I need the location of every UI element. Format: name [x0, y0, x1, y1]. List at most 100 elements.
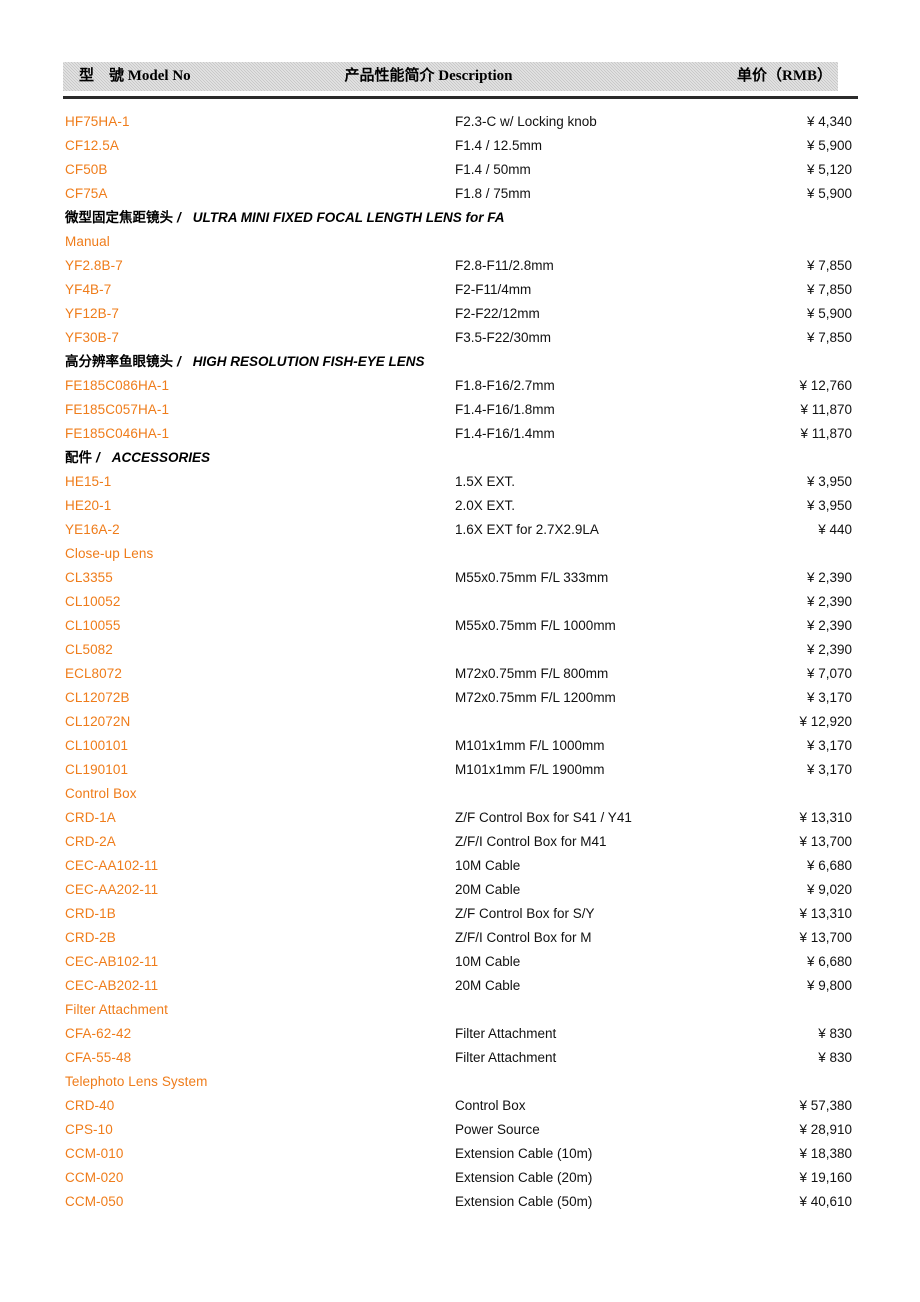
unit-price: ¥ 5,120	[806, 162, 852, 177]
table-row: CPS-10 Power Source ¥ 28,910	[0, 1118, 920, 1142]
unit-price: ¥ 5,900	[806, 186, 852, 201]
group-label-row: Filter Attachment	[0, 998, 920, 1022]
table-row: YF30B-7 F3.5-F22/30mm ¥ 7,850	[0, 326, 920, 350]
product-description: M101x1mm F/L 1900mm	[455, 762, 605, 777]
model-number: CEC-AB202-11	[65, 978, 159, 993]
model-number: CL100101	[65, 738, 129, 753]
section-title-cn: 配件	[65, 450, 92, 466]
column-header-model: 型 號 Model No	[79, 68, 191, 84]
unit-price: ¥ 13,700	[799, 834, 852, 849]
model-number: HF75HA-1	[65, 114, 130, 129]
product-description: Z/F/I Control Box for M41	[455, 834, 607, 849]
unit-price: ¥ 2,390	[806, 570, 852, 585]
model-number: CCM-010	[65, 1146, 124, 1161]
product-description: Extension Cable (10m)	[455, 1146, 593, 1161]
unit-price: ¥ 830	[818, 1026, 852, 1041]
model-number: CEC-AB102-11	[65, 954, 159, 969]
unit-price: ¥ 12,920	[799, 714, 852, 729]
product-description: 20M Cable	[455, 882, 521, 897]
product-description: F3.5-F22/30mm	[455, 330, 552, 345]
product-description: F2.3-C w/ Locking knob	[455, 114, 597, 129]
unit-price: ¥ 5,900	[806, 138, 852, 153]
product-description: 1.6X EXT for 2.7X2.9LA	[455, 522, 599, 537]
group-label-row: Close-up Lens	[0, 542, 920, 566]
table-row: FE185C086HA-1 F1.8-F16/2.7mm ¥ 12,760	[0, 374, 920, 398]
product-description: Extension Cable (20m)	[455, 1170, 593, 1185]
table-row: CL100101 M101x1mm F/L 1000mm ¥ 3,170	[0, 734, 920, 758]
group-label: Control Box	[65, 786, 137, 801]
unit-price: ¥ 3,950	[806, 474, 852, 489]
group-label: Telephoto Lens System	[65, 1074, 208, 1089]
model-number: CRD-1A	[65, 810, 116, 825]
table-row: HE15-1 1.5X EXT. ¥ 3,950	[0, 470, 920, 494]
unit-price: ¥ 7,850	[806, 330, 852, 345]
section-title: 配件 / ACCESSORIES	[65, 446, 210, 470]
table-row: CCM-010 Extension Cable (10m) ¥ 18,380	[0, 1142, 920, 1166]
group-label: Close-up Lens	[65, 546, 154, 561]
table-row: YF4B-7 F2-F11/4mm ¥ 7,850	[0, 278, 920, 302]
product-description: 10M Cable	[455, 858, 521, 873]
section-title-separator: /	[177, 210, 181, 225]
table-row: CRD-2B Z/F/I Control Box for M ¥ 13,700	[0, 926, 920, 950]
section-title-en: HIGH RESOLUTION FISH-EYE LENS	[192, 354, 425, 369]
unit-price: ¥ 440	[818, 522, 852, 537]
table-row: CL12072N ¥ 12,920	[0, 710, 920, 734]
table-row: CCM-020 Extension Cable (20m) ¥ 19,160	[0, 1166, 920, 1190]
section-title-separator: /	[177, 354, 181, 369]
model-number: CL190101	[65, 762, 129, 777]
model-number: YE16A-2	[65, 522, 120, 537]
table-row: CL5082 ¥ 2,390	[0, 638, 920, 662]
product-description: Power Source	[455, 1122, 540, 1137]
product-description: Extension Cable (50m)	[455, 1194, 593, 1209]
product-description: M55x0.75mm F/L 333mm	[455, 570, 609, 585]
unit-price: ¥ 28,910	[799, 1122, 852, 1137]
unit-price: ¥ 830	[818, 1050, 852, 1065]
unit-price: ¥ 4,340	[806, 114, 852, 129]
unit-price: ¥ 9,800	[806, 978, 852, 993]
model-number: CF12.5A	[65, 138, 119, 153]
product-description: 2.0X EXT.	[455, 498, 516, 513]
model-number: CL5082	[65, 642, 113, 657]
model-number: FE185C057HA-1	[65, 402, 170, 417]
product-description: F2.8-F11/2.8mm	[455, 258, 554, 273]
group-label-row: Telephoto Lens System	[0, 1070, 920, 1094]
unit-price: ¥ 13,310	[799, 810, 852, 825]
unit-price: ¥ 3,170	[806, 762, 852, 777]
model-number: CPS-10	[65, 1122, 113, 1137]
table-row: HE20-1 2.0X EXT. ¥ 3,950	[0, 494, 920, 518]
product-description: F2-F11/4mm	[455, 282, 532, 297]
model-number: CRD-2A	[65, 834, 116, 849]
table-row: CL190101 M101x1mm F/L 1900mm ¥ 3,170	[0, 758, 920, 782]
table-row: CF75A F1.8 / 75mm ¥ 5,900	[0, 182, 920, 206]
unit-price: ¥ 11,870	[800, 426, 852, 441]
unit-price: ¥ 57,380	[799, 1098, 852, 1113]
product-description: 1.5X EXT.	[455, 474, 516, 489]
table-row: YF12B-7 F2-F22/12mm ¥ 5,900	[0, 302, 920, 326]
section-title-en: ULTRA MINI FIXED FOCAL LENGTH LENS for F…	[192, 210, 505, 225]
table-row: CL10052 ¥ 2,390	[0, 590, 920, 614]
unit-price: ¥ 19,160	[799, 1170, 852, 1185]
model-number: CL12072B	[65, 690, 130, 705]
table-row: CEC-AB102-11 10M Cable ¥ 6,680	[0, 950, 920, 974]
product-description: F1.4 / 12.5mm	[455, 138, 543, 153]
model-number: HE15-1	[65, 474, 112, 489]
table-row: YF2.8B-7 F2.8-F11/2.8mm ¥ 7,850	[0, 254, 920, 278]
model-number: YF12B-7	[65, 306, 119, 321]
model-number: ECL8072	[65, 666, 122, 681]
product-description: Filter Attachment	[455, 1026, 557, 1041]
column-header-description: 产品性能简介 Description	[344, 68, 513, 84]
model-number: YF4B-7	[65, 282, 112, 297]
table-row: CEC-AA102-11 10M Cable ¥ 6,680	[0, 854, 920, 878]
product-description: 10M Cable	[455, 954, 521, 969]
section-header-row: 高分辨率鱼眼镜头 / HIGH RESOLUTION FISH-EYE LENS	[0, 350, 920, 374]
unit-price: ¥ 2,390	[806, 642, 852, 657]
model-number: CL10052	[65, 594, 121, 609]
product-description: F1.4-F16/1.8mm	[455, 402, 555, 417]
model-number: CL12072N	[65, 714, 131, 729]
section-title: 高分辨率鱼眼镜头 / HIGH RESOLUTION FISH-EYE LENS	[65, 350, 425, 374]
unit-price: ¥ 2,390	[806, 594, 852, 609]
model-number: CEC-AA202-11	[65, 882, 159, 897]
product-description: F1.8 / 75mm	[455, 186, 531, 201]
table-row: CF50B F1.4 / 50mm ¥ 5,120	[0, 158, 920, 182]
table-row: YE16A-2 1.6X EXT for 2.7X2.9LA ¥ 440	[0, 518, 920, 542]
